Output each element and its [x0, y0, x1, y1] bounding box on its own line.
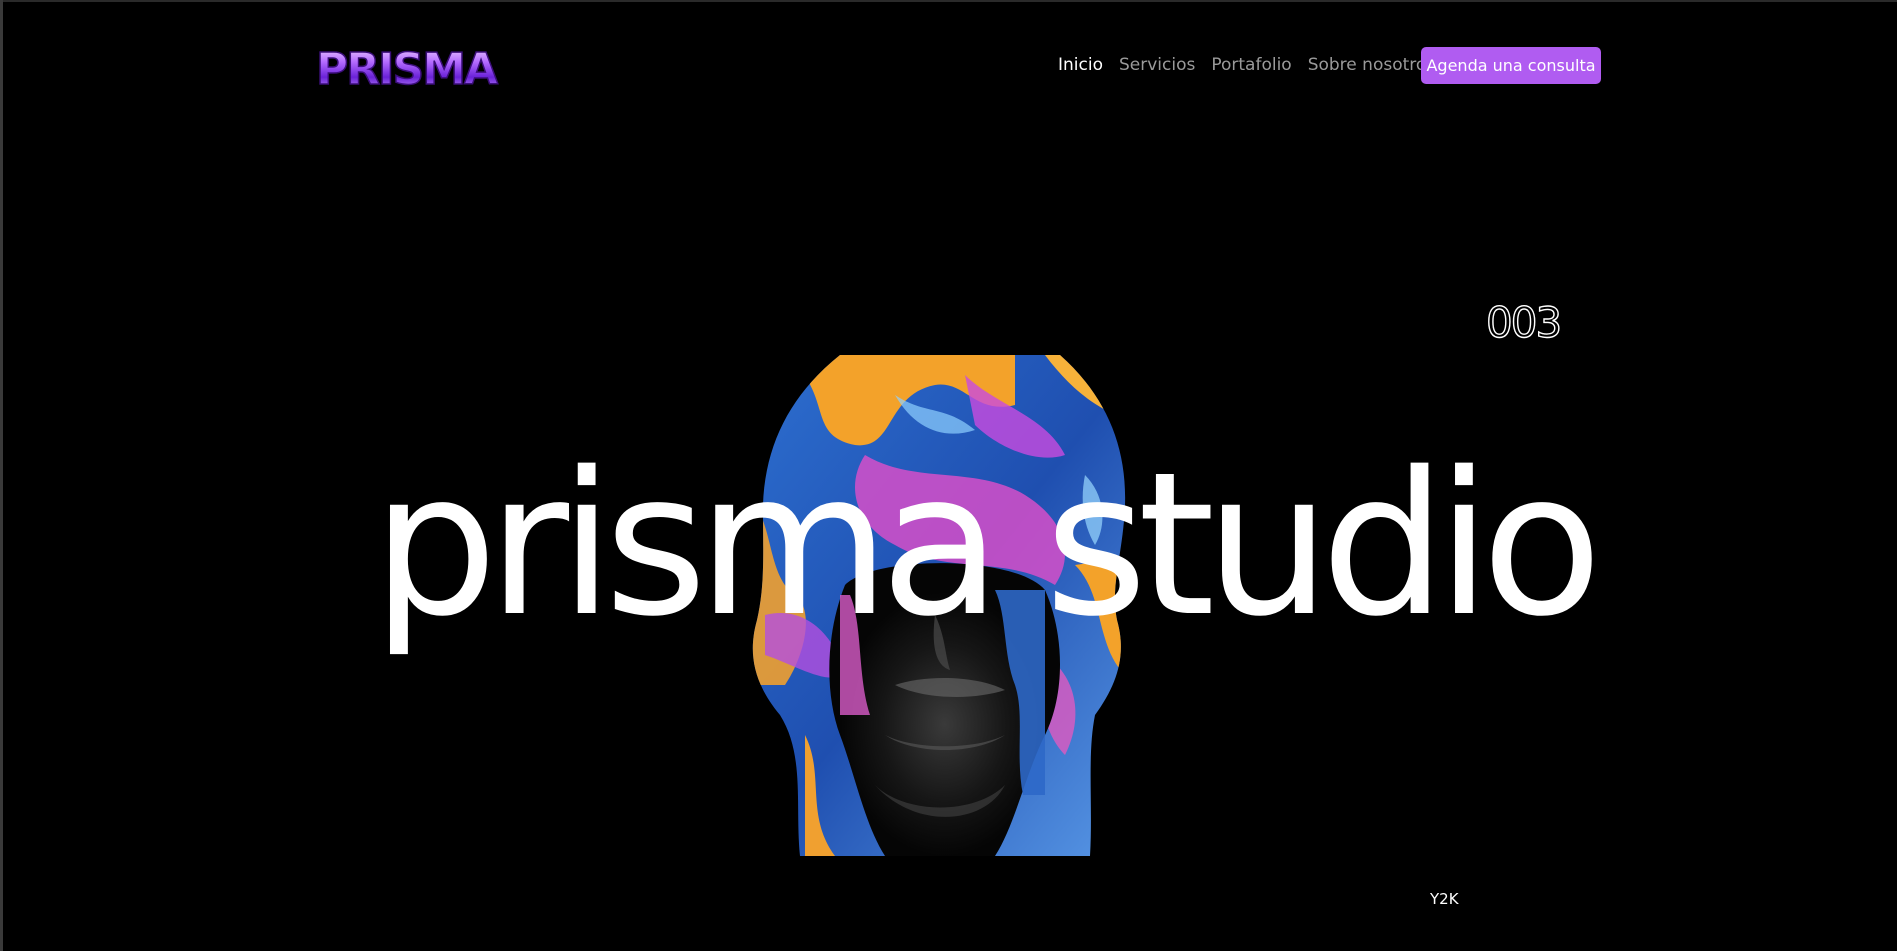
main-nav: Inicio Servicios Portafolio Sobre nosotr… — [1058, 54, 1435, 76]
window-top-edge — [0, 0, 1897, 2]
slide-counter: 003 — [1485, 298, 1563, 347]
nav-inicio[interactable]: Inicio — [1058, 54, 1103, 76]
window-left-edge — [0, 0, 3, 951]
book-consultation-button[interactable]: Agenda una consulta — [1421, 47, 1601, 84]
style-tag: Y2K — [1430, 890, 1459, 908]
nav-servicios[interactable]: Servicios — [1119, 54, 1195, 76]
prisma-logo: PRISMA — [315, 44, 500, 94]
nav-portafolio[interactable]: Portafolio — [1211, 54, 1291, 76]
nav-sobre-nosotros[interactable]: Sobre nosotros — [1308, 54, 1435, 76]
logo-text: PRISMA — [316, 44, 498, 94]
hero-title: prisma studio — [372, 429, 1603, 660]
